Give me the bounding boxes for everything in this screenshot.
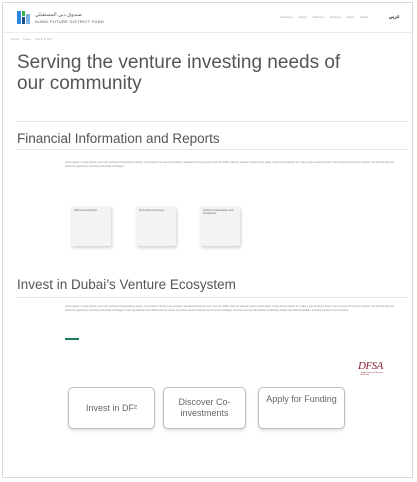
accent-underline [65,338,79,340]
breadcrumb: Home Invest Invest in DF² [11,37,52,41]
breadcrumb-item[interactable]: Home [11,37,19,41]
dfsa-logo-text: DFSA [358,360,383,372]
page-frame: صندوق دبي المستقبلي DUBAI FUTURE DISTRIC… [2,2,413,478]
dfsa-logo-subtitle: Dubai Financial Services Authority [361,372,384,376]
document-card[interactable]: Articles of Association and Prospectus [200,206,240,246]
section-divider [17,149,407,150]
nav-item-news[interactable]: News [347,15,355,19]
nav-item-about[interactable]: About [360,15,368,19]
document-card[interactable]: Q4 Funding Summary [136,206,176,246]
logo-arabic-text: صندوق دبي المستقبلي [35,12,82,18]
invest-button[interactable]: Invest in DF² [68,387,155,429]
section-divider [17,297,407,298]
breadcrumb-item[interactable]: Invest [23,37,31,41]
document-title: 2021 Annual Report [74,209,97,212]
invest-heading: Invest in Dubai’s Venture Ecosystem [17,277,236,292]
dfdf-logo-icon[interactable] [17,11,30,24]
dfsa-logo: DFSA Dubai Financial Services Authority [355,355,385,377]
nav-item-finance[interactable]: Finance [330,15,341,19]
section-divider [17,121,407,122]
nav-item-overview[interactable]: Overview [280,15,293,19]
site-header: صندوق دبي المستقبلي DUBAI FUTURE DISTRIC… [3,3,412,33]
document-title: Articles of Association and Prospectus [203,209,234,216]
breadcrumb-item: Invest in DF² [35,37,53,41]
logo-english-text: DUBAI FUTURE DISTRICT FUND [35,19,105,24]
nav-item-invest[interactable]: Invest [299,15,307,19]
main-nav: Overview Invest Partners Finance News Ab… [280,15,368,19]
page-title: Serving the venture investing needs of o… [17,52,341,94]
document-card[interactable]: 2021 Annual Report [71,206,111,246]
language-switch[interactable]: عربي [389,14,400,20]
financial-paragraph: Lorem Ipsum is simply dummy text of the … [65,161,395,168]
document-title: Q4 Funding Summary [139,209,165,212]
invest-paragraph: Lorem Ipsum is simply dummy text of the … [65,305,395,312]
nav-item-partners[interactable]: Partners [313,15,324,19]
discover-coinvestments-button[interactable]: Discover Co-investments [163,387,246,429]
apply-funding-button[interactable]: Apply for Funding [258,387,345,429]
financial-heading: Financial Information and Reports [17,131,220,146]
